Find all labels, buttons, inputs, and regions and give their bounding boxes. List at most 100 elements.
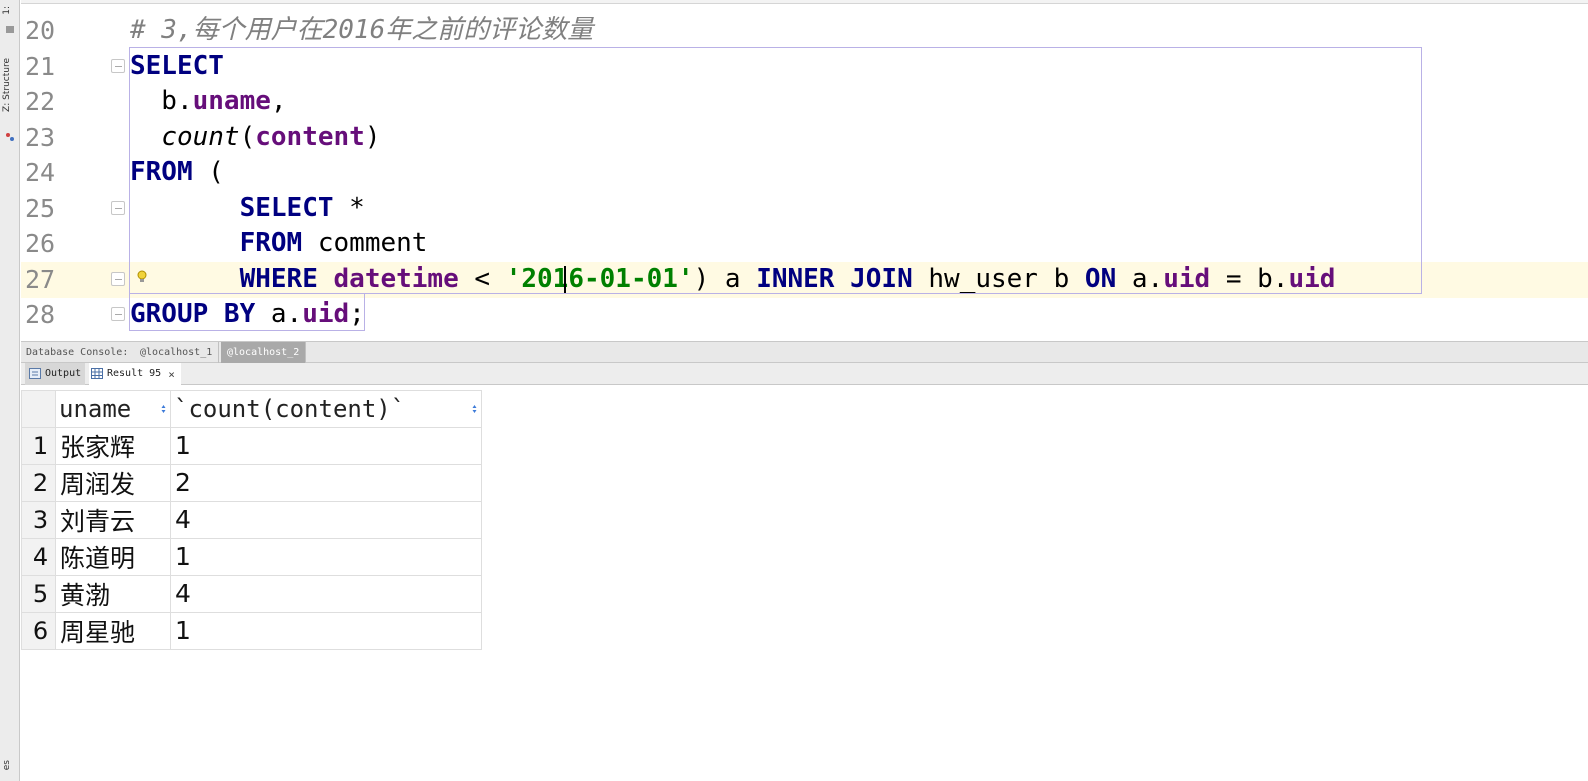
console-tab-localhost-1[interactable]: @localhost_1 xyxy=(134,342,220,363)
result-tab-label: Result 95 xyxy=(107,368,162,379)
output-icon xyxy=(29,368,41,379)
code-line-22: 22 b.uname, xyxy=(21,84,1588,120)
fold-marker[interactable] xyxy=(111,59,125,73)
favorites-tab[interactable]: es xyxy=(2,760,12,770)
line-number: 24 xyxy=(25,158,56,187)
line-number: 21 xyxy=(25,52,56,81)
cell-count[interactable]: 2 xyxy=(170,463,482,502)
row-number: 4 xyxy=(21,537,56,576)
code-line-23: 23 count(content) xyxy=(21,120,1588,156)
table-name: comment xyxy=(302,228,428,258)
fold-marker[interactable] xyxy=(111,272,125,286)
line-number: 26 xyxy=(25,229,56,258)
cell-count[interactable]: 4 xyxy=(170,500,482,539)
alias: ) a xyxy=(693,264,757,294)
code-line-28: 28 GROUP BY a.uid; xyxy=(21,297,1588,333)
column-ref: uname xyxy=(192,86,271,116)
line-number: 28 xyxy=(25,300,56,329)
code-line-25: 25 SELECT * xyxy=(21,191,1588,227)
column-header-count[interactable]: `count(content)` xyxy=(170,390,482,428)
keyword: WHERE xyxy=(239,264,318,294)
code-line-24: 24 FROM ( xyxy=(21,155,1588,191)
star: * xyxy=(333,193,365,223)
function-name: count xyxy=(161,122,240,152)
cell-uname[interactable]: 陈道明 xyxy=(55,537,171,576)
structure-tab[interactable]: Z: Structure xyxy=(2,58,12,112)
table-row[interactable]: 3 刘青云 4 xyxy=(21,500,482,539)
row-number: 2 xyxy=(21,463,56,502)
code-text: SELECT xyxy=(130,49,224,84)
keyword: FROM xyxy=(130,157,193,187)
operator: < xyxy=(458,264,506,294)
result-tabs-bar: Output Result 95 × xyxy=(21,363,1588,385)
punct: ( xyxy=(192,157,224,187)
table-icon xyxy=(91,368,103,379)
code-text: FROM ( xyxy=(130,155,224,190)
code-text: count(content) xyxy=(130,120,380,155)
column-header-uname[interactable]: uname xyxy=(55,390,171,428)
result-grid: uname `count(content)` 1 张家辉 1 2 周润发 2 3… xyxy=(21,390,482,650)
output-tab-label: Output xyxy=(45,368,82,379)
keyword: ON xyxy=(1084,264,1117,294)
table-row[interactable]: 2 周润发 2 xyxy=(21,463,482,502)
cell-uname[interactable]: 周星驰 xyxy=(55,611,171,650)
console-tab-localhost-2[interactable]: @localhost_2 xyxy=(221,342,307,363)
output-tab[interactable]: Output xyxy=(25,363,85,385)
keyword: GROUP BY xyxy=(130,299,256,329)
table-row[interactable]: 5 黄渤 4 xyxy=(21,574,482,613)
line-number: 27 xyxy=(25,265,56,294)
keyword: SELECT xyxy=(239,193,334,223)
code-text: b.uname, xyxy=(130,84,286,119)
cell-count[interactable]: 1 xyxy=(170,611,482,650)
cell-count[interactable]: 1 xyxy=(170,537,482,576)
cell-uname[interactable]: 张家辉 xyxy=(55,426,171,465)
keyword: FROM xyxy=(239,228,303,258)
sql-editor[interactable]: 20 # 3,每个用户在2016年之前的评论数量 21 SELECT 22 b.… xyxy=(21,0,1588,341)
column-header-label: `count(content)` xyxy=(174,394,406,423)
column-ref: content xyxy=(255,122,365,152)
sort-icon[interactable] xyxy=(161,404,166,414)
table-row[interactable]: 4 陈道明 1 xyxy=(21,537,482,576)
row-number: 6 xyxy=(21,611,56,650)
code-line-20: 20 # 3,每个用户在2016年之前的评论数量 xyxy=(21,13,1588,49)
row-number: 1 xyxy=(21,426,56,465)
table-name: hw_user b xyxy=(912,264,1085,294)
column-ref: datetime xyxy=(333,264,459,294)
table-row[interactable]: 1 张家辉 1 xyxy=(21,426,482,465)
column-ref: uid xyxy=(1288,264,1336,294)
project-tab[interactable]: 1: xyxy=(2,6,12,15)
cell-count[interactable]: 1 xyxy=(170,426,482,465)
cell-count[interactable]: 4 xyxy=(170,574,482,613)
keyword: INNER JOIN xyxy=(756,264,913,294)
table-row[interactable]: 6 周星驰 1 xyxy=(21,611,482,650)
code-text: # 3,每个用户在2016年之前的评论数量 xyxy=(130,13,593,48)
line-number: 20 xyxy=(25,16,56,45)
result-table: uname `count(content)` 1 张家辉 1 2 周润发 2 3… xyxy=(21,390,482,650)
editor-top-edge xyxy=(21,0,1588,4)
code-text: GROUP BY a.uid; xyxy=(130,297,365,332)
result-tab[interactable]: Result 95 × xyxy=(89,363,181,385)
database-console-bar: Database Console: @localhost_1 @localhos… xyxy=(21,341,1588,363)
column-ref: uid xyxy=(1163,264,1211,294)
punct: ( xyxy=(239,122,256,152)
text-caret xyxy=(564,266,566,294)
header-row: uname `count(content)` xyxy=(21,390,482,428)
close-icon[interactable]: × xyxy=(168,368,175,381)
cell-uname[interactable]: 黄渤 xyxy=(55,574,171,613)
line-number: 23 xyxy=(25,123,56,152)
sort-icon[interactable] xyxy=(472,404,477,414)
code-line-21: 21 SELECT xyxy=(21,49,1588,85)
qualifier: a. xyxy=(255,299,303,329)
fold-marker[interactable] xyxy=(111,201,125,215)
code-text: FROM comment xyxy=(130,226,428,261)
row-number-header xyxy=(21,390,56,428)
fold-marker[interactable] xyxy=(111,307,125,321)
column-header-label: uname xyxy=(59,394,132,423)
code-line-27: 27 WHERE datetime < '2016-01-01') a INNE… xyxy=(21,262,1588,298)
cell-uname[interactable]: 周润发 xyxy=(55,463,171,502)
cell-uname[interactable]: 刘青云 xyxy=(55,500,171,539)
line-number: 25 xyxy=(25,194,56,223)
